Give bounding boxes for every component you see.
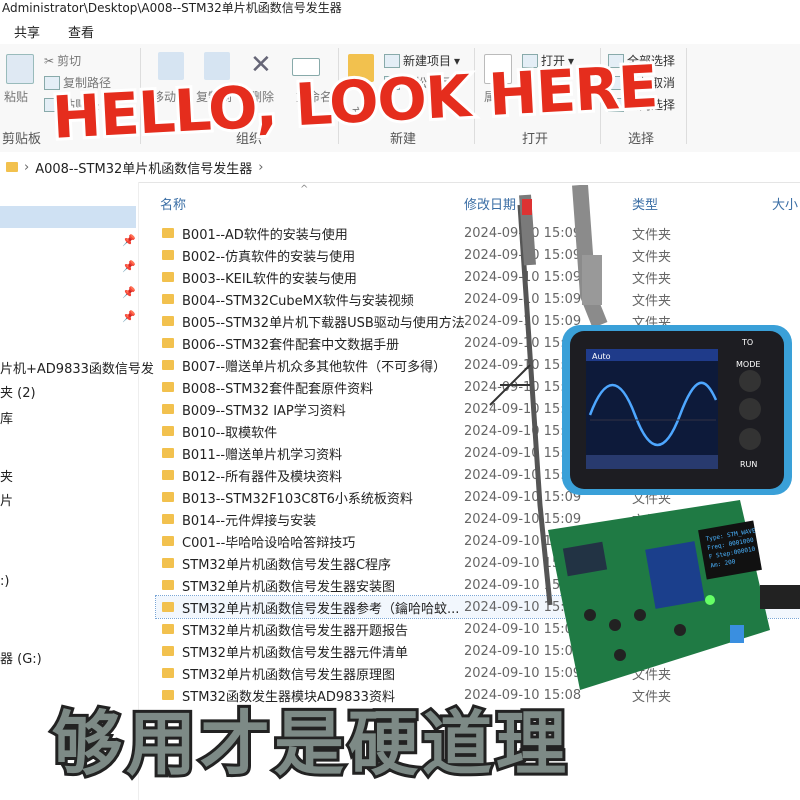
clipboard-group-label: 剪贴板 xyxy=(2,132,42,147)
address-bar[interactable]: › A008--STM32单片机函数信号发生器 › xyxy=(0,152,800,183)
menu-tabs: 共享 查看 xyxy=(0,18,800,44)
folder-icon xyxy=(162,250,174,260)
chevron-right-icon[interactable]: › xyxy=(258,160,263,175)
scope-button-to: TO xyxy=(741,338,753,347)
oscilloscope: Auto TO MODE RUN xyxy=(562,325,792,495)
file-name: B006--STM32套件配套中文数据手册 xyxy=(182,337,400,353)
tab-share[interactable]: 共享 xyxy=(0,18,54,44)
paste-button[interactable]: 粘贴 xyxy=(4,88,28,105)
pin-icon[interactable]: 📌 xyxy=(122,286,136,299)
folder-icon xyxy=(162,448,174,458)
file-name: B012--所有器件及模块资料 xyxy=(182,469,343,485)
sidebar-item[interactable]: :) xyxy=(0,574,9,589)
slogan-overlay-text: 够用才是硬道理 xyxy=(49,700,570,788)
sidebar-item[interactable]: 夹 (2) xyxy=(0,382,36,401)
file-name: B001--AD软件的安装与使用 xyxy=(182,227,348,243)
file-name: B013--STM32F103C8T6小系统板资料 xyxy=(182,491,413,507)
cut-button[interactable]: ✂ 剪切 xyxy=(44,52,81,69)
pin-icon[interactable]: 📌 xyxy=(122,310,136,323)
product-photo: Auto TO MODE RUN Type: STM_WAVE Freq: 00… xyxy=(489,185,800,690)
file-name: B008--STM32套件配套原件资料 xyxy=(182,381,374,397)
pcb-board: Type: STM_WAVE Freq: 0001000 F Step:0000… xyxy=(548,500,800,690)
sidebar-item[interactable]: 器 (G:) xyxy=(0,648,42,667)
sidebar-item[interactable]: 夹 xyxy=(0,466,13,485)
folder-icon xyxy=(162,602,174,612)
file-name: STM32单片机函数信号发生器参考（鑰哈哈蚊... xyxy=(182,601,460,617)
folder-icon xyxy=(162,360,174,370)
folder-icon xyxy=(162,228,174,238)
sidebar-item[interactable]: 片 xyxy=(0,490,13,509)
file-name: B014--元件焊接与安装 xyxy=(182,513,317,529)
folder-icon xyxy=(162,338,174,348)
folder-icon xyxy=(162,316,174,326)
folder-icon xyxy=(162,536,174,546)
file-name: C001--毕哈哈设哈哈答辩技巧 xyxy=(182,535,356,551)
folder-icon xyxy=(162,470,174,480)
file-name: B002--仿真软件的安装与使用 xyxy=(182,249,356,265)
folder-icon xyxy=(162,272,174,282)
breadcrumb[interactable]: A008--STM32单片机函数信号发生器 xyxy=(35,158,252,177)
select-group-label: 选择 xyxy=(628,132,655,147)
scope-button-mode: MODE xyxy=(736,360,760,369)
file-name: B003--KEIL软件的安装与使用 xyxy=(182,271,357,287)
folder-icon xyxy=(162,624,174,634)
window-title: Administrator\Desktop\A008--STM32单片机函数信号… xyxy=(0,0,800,18)
folder-icon xyxy=(162,580,174,590)
folder-icon xyxy=(162,294,174,304)
file-name: STM32单片机函数信号发生器开题报告 xyxy=(182,623,408,639)
file-name: B011--赠送单片机学习资料 xyxy=(182,447,343,463)
scope-button-run: RUN xyxy=(740,460,757,469)
folder-icon xyxy=(162,492,174,502)
folder-icon xyxy=(162,514,174,524)
file-name: B009--STM32 IAP学习资料 xyxy=(182,403,346,419)
file-name: STM32单片机函数信号发生器C程序 xyxy=(182,557,392,573)
sidebar-item[interactable]: 片机+AD9833函数信号发 xyxy=(0,358,154,377)
file-name: B004--STM32CubeMX软件与安装视频 xyxy=(182,293,414,309)
folder-icon xyxy=(162,382,174,392)
folder-icon xyxy=(162,404,174,414)
file-name: B005--STM32单片机下载器USB驱动与使用方法 xyxy=(182,315,465,331)
file-name: STM32单片机函数信号发生器安装图 xyxy=(182,579,395,595)
ribbon-divider xyxy=(686,48,687,144)
sort-arrow-icon: ^ xyxy=(300,184,309,195)
folder-icon xyxy=(162,558,174,568)
open-group-label: 打开 xyxy=(522,132,549,147)
paste-icon[interactable] xyxy=(6,54,34,84)
file-name: B010--取模软件 xyxy=(182,425,278,441)
folder-icon xyxy=(162,426,174,436)
scissors-icon: ✂ xyxy=(44,53,55,68)
chevron-right-icon[interactable]: › xyxy=(24,160,29,175)
pin-icon[interactable]: 📌 xyxy=(122,260,136,273)
scope-mode-label: Auto xyxy=(592,352,611,361)
file-name: STM32单片机函数信号发生器元件清单 xyxy=(182,645,408,661)
sidebar-item[interactable]: 库 xyxy=(0,408,13,427)
file-name: B007--赠送单片机众多其他软件（不可多得） xyxy=(182,359,447,375)
column-header-name[interactable]: 名称 xyxy=(160,194,186,224)
folder-icon xyxy=(6,162,18,172)
tab-view[interactable]: 查看 xyxy=(54,18,108,44)
folder-icon xyxy=(162,668,174,678)
pin-icon[interactable]: 📌 xyxy=(122,234,136,247)
file-name: STM32单片机函数信号发生器原理图 xyxy=(182,667,395,683)
move-to-icon[interactable] xyxy=(158,52,184,80)
sidebar-selected-item[interactable] xyxy=(0,206,136,228)
folder-icon xyxy=(162,646,174,656)
